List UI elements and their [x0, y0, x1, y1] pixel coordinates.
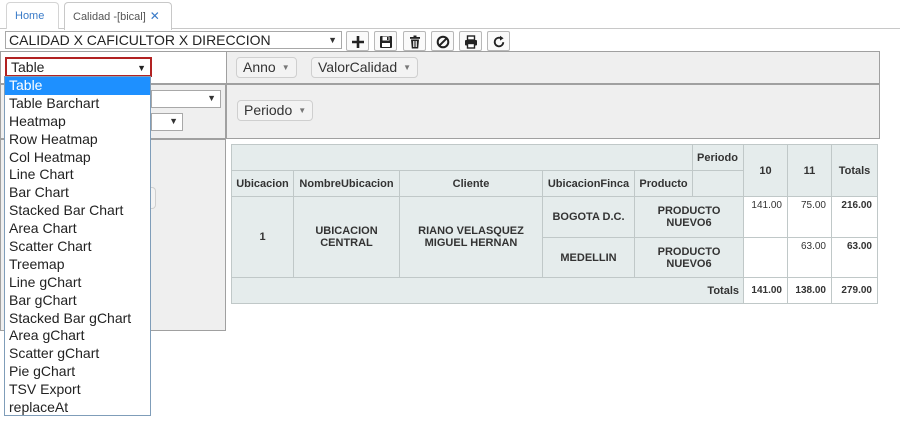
close-icon[interactable]: ✕	[150, 9, 160, 23]
tab-bar: Home Calidad -[bical] ✕	[0, 0, 900, 30]
chevron-down-icon: ▼	[137, 63, 146, 73]
row-header-producto: Producto	[634, 170, 693, 197]
add-icon	[352, 36, 364, 48]
renderer-option[interactable]: Stacked Bar gChart	[5, 310, 150, 328]
renderer-option[interactable]: Bar Chart	[5, 184, 150, 202]
renderer-option[interactable]: Line Chart	[5, 166, 150, 184]
field-pill-anno[interactable]: Anno ▼	[236, 57, 297, 78]
chevron-down-icon: ▼	[328, 35, 337, 45]
field-pill-periodo[interactable]: Periodo ▼	[237, 100, 314, 121]
delete-icon	[410, 35, 420, 49]
row-label-ubicacion: 1	[231, 196, 294, 278]
row-label-nombre: UBICACION CENTRAL	[293, 196, 400, 278]
chevron-down-icon: ▼	[169, 116, 178, 126]
tab-home-label: Home	[15, 10, 45, 22]
row-total-cell: 216.00	[831, 196, 878, 238]
print-button[interactable]	[459, 31, 482, 51]
renderer-option[interactable]: Treemap	[5, 256, 150, 274]
hidden-field-pill[interactable]	[151, 187, 156, 209]
field-pill-label: ValorCalidad	[318, 59, 398, 75]
row-header-nombreubicacion: NombreUbicacion	[293, 170, 400, 197]
tab-calidad[interactable]: Calidad -[bical] ✕	[64, 2, 172, 30]
triangle-down-icon[interactable]: ▼	[282, 63, 290, 72]
renderer-option[interactable]: Line gChart	[5, 274, 150, 292]
renderer-option[interactable]: Heatmap	[5, 113, 150, 131]
delete-button[interactable]	[403, 31, 426, 51]
aggregator-select[interactable]: ▼	[151, 90, 221, 108]
col-key-11: 11	[787, 144, 832, 197]
value-cell: 63.00	[787, 237, 832, 278]
row-label-cliente: RIANO VELASQUEZ MIGUEL HERNAN	[399, 196, 543, 278]
col-totals-label: Totals	[831, 144, 878, 197]
chevron-down-icon: ▼	[207, 93, 216, 103]
renderer-option[interactable]: Row Heatmap	[5, 131, 150, 149]
renderer-select-value: Table	[11, 59, 45, 75]
field-pill-label: Periodo	[244, 102, 293, 118]
add-button[interactable]	[346, 31, 369, 51]
save-button[interactable]	[374, 31, 397, 51]
col-key-10: 10	[743, 144, 788, 197]
col-attr-label: Periodo	[692, 144, 744, 171]
row-header-ubicacionfinca: UbicacionFinca	[542, 170, 635, 197]
totals-row-label: Totals	[231, 277, 744, 304]
row-fields-area: Periodo ▼	[226, 84, 880, 139]
renderer-dropdown-list[interactable]: Table Table Barchart Heatmap Row Heatmap Col…	[4, 76, 151, 416]
tab-calidad-label: Calidad -[bical]	[73, 11, 146, 23]
renderer-option[interactable]: Area gChart	[5, 327, 150, 345]
field-pill-label: Anno	[243, 59, 276, 75]
row-label-producto: PRODUCTO NUEVO6	[634, 196, 744, 238]
col-total-cell: 138.00	[787, 277, 832, 304]
table-row: 1 UBICACION CENTRAL RIANO VELASQUEZ MIGU…	[231, 196, 878, 278]
renderer-option[interactable]: Stacked Bar Chart	[5, 202, 150, 220]
row-label-finca: BOGOTA D.C.	[542, 196, 635, 238]
value-cell: 141.00	[743, 196, 788, 238]
col-total-cell: 141.00	[743, 277, 788, 304]
renderer-option[interactable]: TSV Export	[5, 381, 150, 399]
tab-home[interactable]: Home	[6, 2, 59, 29]
value-cell: 75.00	[787, 196, 832, 238]
refresh-button[interactable]	[487, 31, 510, 51]
row-label-finca: MEDELLIN	[542, 237, 635, 278]
renderer-option[interactable]: Scatter Chart	[5, 238, 150, 256]
row-label-producto: PRODUCTO NUEVO6	[634, 237, 744, 278]
renderer-option[interactable]: Pie gChart	[5, 363, 150, 381]
renderer-option[interactable]: replaceAt	[5, 399, 150, 417]
print-icon	[465, 35, 477, 49]
blank-header	[692, 170, 744, 197]
triangle-down-icon[interactable]: ▼	[298, 106, 306, 115]
column-fields-area: Anno ▼ ValorCalidad ▼	[226, 51, 880, 84]
value-cell	[743, 237, 788, 278]
grand-total-cell: 279.00	[831, 277, 878, 304]
report-select-value: CALIDAD X CAFICULTOR X DIRECCION	[9, 32, 271, 48]
row-total-cell: 63.00	[831, 237, 878, 278]
field-pill-valorcalidad[interactable]: ValorCalidad ▼	[311, 57, 419, 78]
cancel-button[interactable]	[431, 31, 454, 51]
totals-row: Totals 141.00 138.00 279.00	[231, 277, 878, 304]
aggregator-attr-select[interactable]: ▼	[151, 113, 183, 131]
renderer-option[interactable]: Bar gChart	[5, 292, 150, 310]
save-icon	[380, 36, 392, 48]
triangle-down-icon[interactable]: ▼	[403, 63, 411, 72]
cancel-icon	[436, 35, 450, 49]
report-select[interactable]: CALIDAD X CAFICULTOR X DIRECCION ▼	[5, 31, 342, 49]
renderer-select[interactable]: Table ▼	[5, 57, 152, 77]
renderer-option[interactable]: Area Chart	[5, 220, 150, 238]
renderer-option[interactable]: Table Barchart	[5, 95, 150, 113]
renderer-option[interactable]: Scatter gChart	[5, 345, 150, 363]
corner-cell	[231, 144, 693, 171]
renderer-option[interactable]: Col Heatmap	[5, 149, 150, 167]
row-header-cliente: Cliente	[399, 170, 543, 197]
renderer-option[interactable]: Table	[5, 77, 150, 95]
pivot-table: Periodo 10 11 Totals Ubicacion NombreUbi…	[231, 144, 878, 304]
refresh-icon	[493, 35, 505, 48]
row-header-ubicacion: Ubicacion	[231, 170, 294, 197]
